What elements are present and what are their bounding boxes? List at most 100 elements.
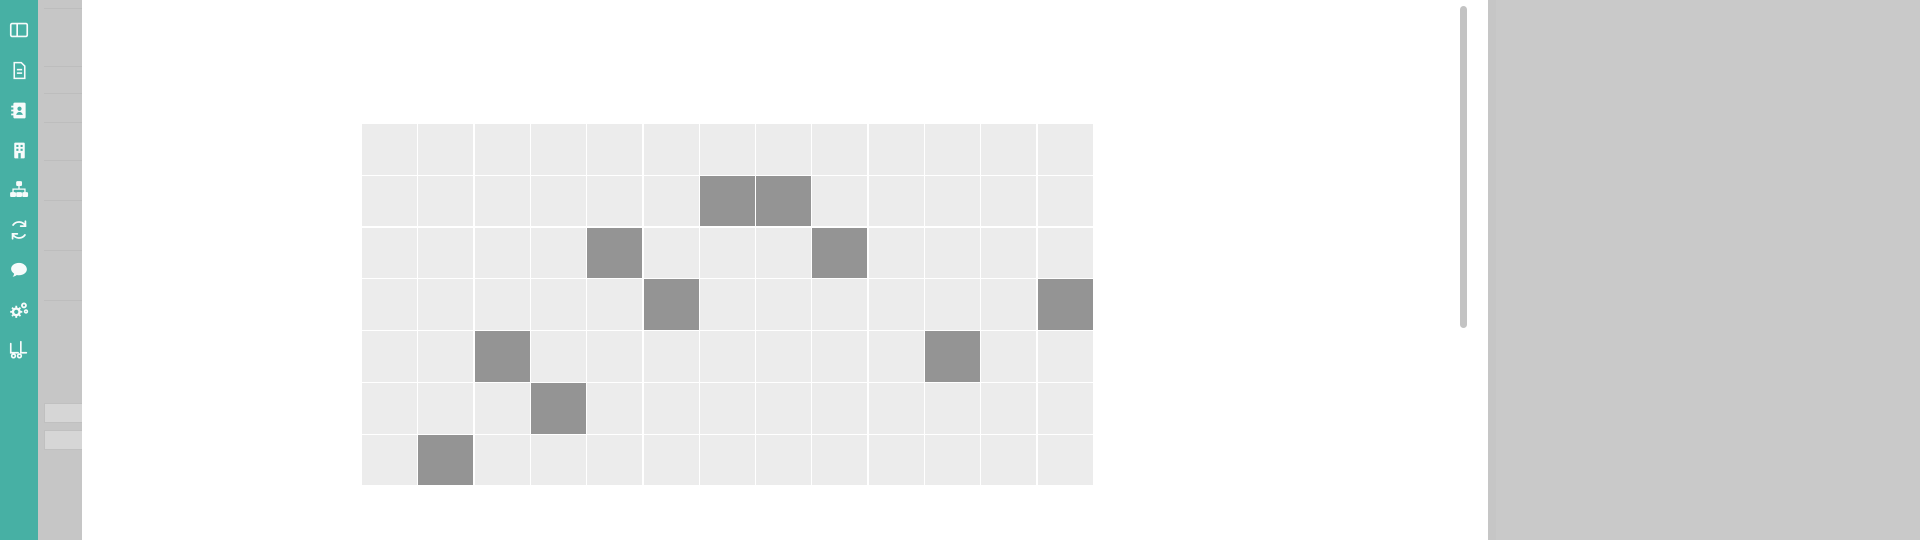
background-input-1[interactable] — [44, 403, 82, 423]
matrix-cell-empty[interactable] — [868, 124, 924, 175]
matrix-cell-empty[interactable] — [530, 227, 586, 279]
matrix-cell-empty[interactable] — [418, 331, 474, 382]
matrix-cell-empty[interactable] — [699, 124, 755, 175]
matrix-cell-empty[interactable] — [925, 124, 981, 175]
matrix-cell-empty[interactable] — [530, 279, 586, 330]
matrix-cell-empty[interactable] — [643, 175, 699, 227]
matrix-cell-empty[interactable] — [474, 434, 530, 486]
matrix-cell-empty[interactable] — [925, 279, 981, 330]
matrix-cell-empty[interactable] — [643, 124, 699, 175]
dialog-scrollbar-thumb[interactable] — [1460, 6, 1467, 328]
matrix-cell-empty[interactable] — [756, 434, 812, 486]
matrix-cell-empty[interactable] — [1037, 175, 1093, 227]
dashboard-icon[interactable] — [7, 18, 31, 42]
matrix-cell-empty[interactable] — [587, 434, 643, 486]
matrix-cell-empty[interactable] — [699, 434, 755, 486]
matrix-cell-empty[interactable] — [699, 331, 755, 382]
matrix-cell-empty[interactable] — [981, 124, 1037, 175]
matrix-cell-empty[interactable] — [868, 227, 924, 279]
matrix-cell-empty[interactable] — [474, 383, 530, 434]
matrix-cell-filled[interactable] — [1037, 279, 1093, 330]
matrix-cell-empty[interactable] — [587, 331, 643, 382]
matrix-cell-empty[interactable] — [643, 383, 699, 434]
matrix-cell-empty[interactable] — [362, 383, 418, 434]
matrix-cell-empty[interactable] — [925, 383, 981, 434]
matrix-cell-empty[interactable] — [362, 175, 418, 227]
matrix-cell-filled[interactable] — [699, 175, 755, 227]
matrix-cell-empty[interactable] — [756, 331, 812, 382]
matrix-cell-filled[interactable] — [418, 434, 474, 486]
matrix-cell-empty[interactable] — [925, 227, 981, 279]
sync-icon[interactable] — [7, 218, 31, 242]
matrix-cell-empty[interactable] — [756, 124, 812, 175]
matrix-cell-empty[interactable] — [418, 227, 474, 279]
forklift-icon[interactable] — [7, 338, 31, 362]
matrix-cell-empty[interactable] — [530, 331, 586, 382]
matrix-cell-empty[interactable] — [868, 383, 924, 434]
matrix-cell-filled[interactable] — [756, 175, 812, 227]
matrix-cell-empty[interactable] — [474, 227, 530, 279]
matrix-cell-empty[interactable] — [643, 227, 699, 279]
matrix-cell-empty[interactable] — [868, 279, 924, 330]
matrix-cell-empty[interactable] — [812, 434, 868, 486]
matrix-cell-filled[interactable] — [925, 331, 981, 382]
matrix-cell-empty[interactable] — [699, 383, 755, 434]
matrix-cell-empty[interactable] — [587, 279, 643, 330]
org-chart-icon[interactable] — [7, 178, 31, 202]
matrix-cell-filled[interactable] — [587, 227, 643, 279]
matrix-cell-empty[interactable] — [981, 175, 1037, 227]
matrix-cell-filled[interactable] — [474, 331, 530, 382]
matrix-cell-empty[interactable] — [812, 279, 868, 330]
matrix-cell-empty[interactable] — [418, 124, 474, 175]
matrix-cell-empty[interactable] — [362, 279, 418, 330]
matrix-cell-filled[interactable] — [530, 383, 586, 434]
matrix-cell-empty[interactable] — [868, 175, 924, 227]
matrix-cell-empty[interactable] — [812, 124, 868, 175]
matrix-cell-empty[interactable] — [868, 331, 924, 382]
matrix-cell-empty[interactable] — [981, 227, 1037, 279]
matrix-cell-empty[interactable] — [981, 434, 1037, 486]
matrix-cell-empty[interactable] — [418, 279, 474, 330]
background-input-2[interactable] — [44, 430, 82, 450]
matrix-cell-empty[interactable] — [699, 227, 755, 279]
matrix-cell-empty[interactable] — [1037, 124, 1093, 175]
matrix-cell-empty[interactable] — [530, 124, 586, 175]
matrix-cell-empty[interactable] — [925, 434, 981, 486]
matrix-cell-empty[interactable] — [756, 383, 812, 434]
matrix-cell-empty[interactable] — [699, 279, 755, 330]
document-icon[interactable] — [7, 58, 31, 82]
matrix-cell-empty[interactable] — [1037, 227, 1093, 279]
matrix-cell-empty[interactable] — [530, 434, 586, 486]
matrix-cell-empty[interactable] — [981, 279, 1037, 330]
matrix-cell-empty[interactable] — [474, 175, 530, 227]
matrix-cell-filled[interactable] — [812, 227, 868, 279]
matrix-cell-empty[interactable] — [868, 434, 924, 486]
matrix-cell-empty[interactable] — [1037, 434, 1093, 486]
matrix-cell-empty[interactable] — [812, 331, 868, 382]
matrix-cell-empty[interactable] — [925, 175, 981, 227]
matrix-cell-empty[interactable] — [362, 227, 418, 279]
matrix-cell-empty[interactable] — [362, 124, 418, 175]
matrix-cell-empty[interactable] — [981, 383, 1037, 434]
matrix-cell-empty[interactable] — [756, 279, 812, 330]
matrix-cell-empty[interactable] — [474, 124, 530, 175]
matrix-cell-empty[interactable] — [587, 124, 643, 175]
matrix-cell-empty[interactable] — [418, 383, 474, 434]
matrix-cell-empty[interactable] — [1037, 331, 1093, 382]
matrix-cell-empty[interactable] — [587, 175, 643, 227]
matrix-cell-empty[interactable] — [1037, 383, 1093, 434]
matrix-cell-empty[interactable] — [643, 331, 699, 382]
matrix-cell-empty[interactable] — [812, 175, 868, 227]
dialog-scrollbar-track[interactable] — [1456, 0, 1470, 540]
company-icon[interactable] — [7, 138, 31, 162]
matrix-cell-empty[interactable] — [474, 279, 530, 330]
matrix-cell-empty[interactable] — [587, 383, 643, 434]
settings-gears-icon[interactable] — [7, 298, 31, 322]
chat-icon[interactable] — [7, 258, 31, 282]
contacts-icon[interactable] — [7, 98, 31, 122]
matrix-cell-empty[interactable] — [418, 175, 474, 227]
matrix-cell-empty[interactable] — [812, 383, 868, 434]
matrix-cell-filled[interactable] — [643, 279, 699, 330]
matrix-cell-empty[interactable] — [756, 227, 812, 279]
matrix-cell-empty[interactable] — [530, 175, 586, 227]
